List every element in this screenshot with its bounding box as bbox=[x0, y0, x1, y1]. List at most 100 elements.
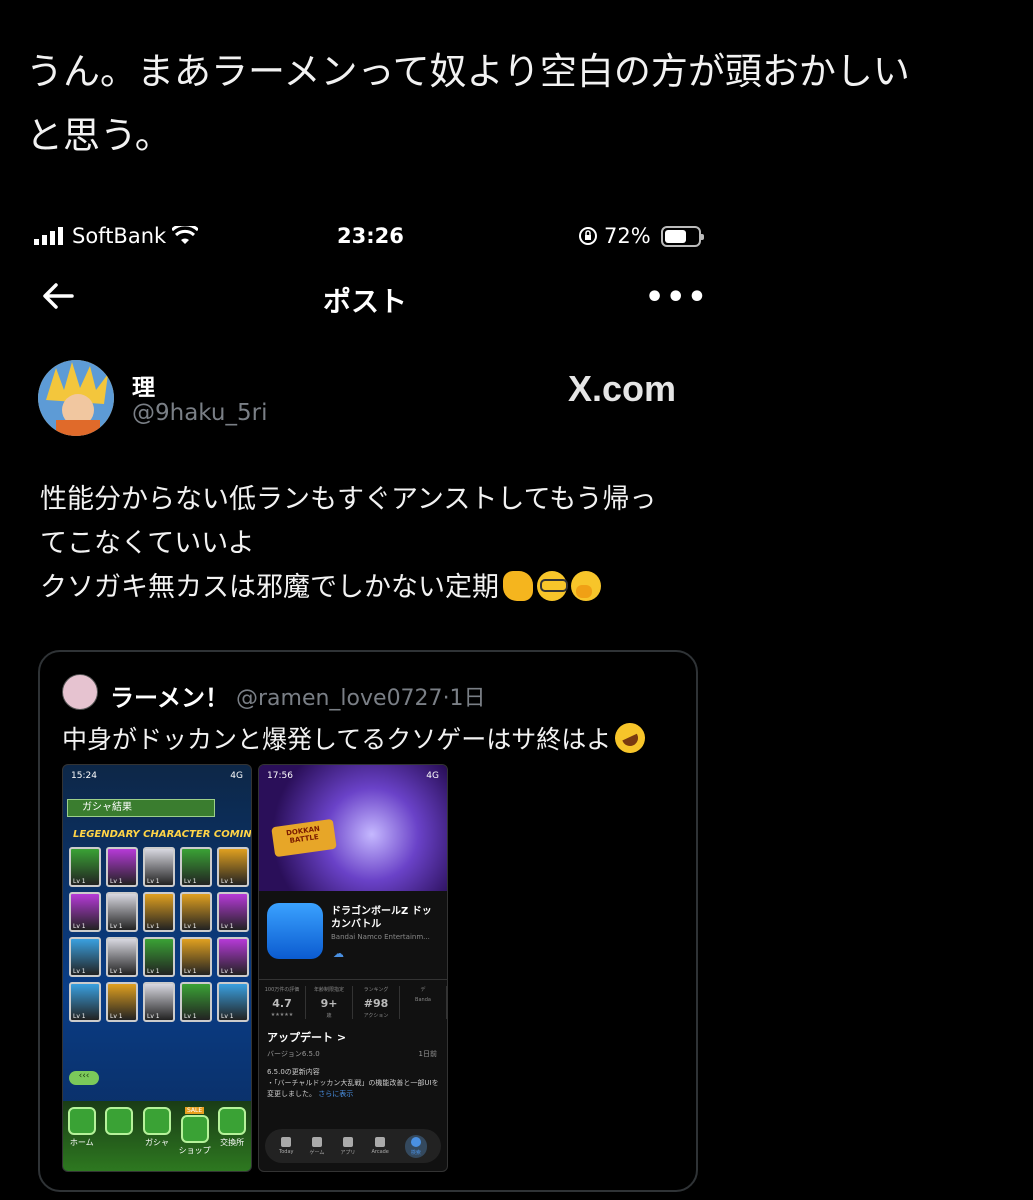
post-line-3-text: クソガキ無カスは邪魔でしかない定期 bbox=[40, 572, 499, 603]
store-tab-label: ゲーム bbox=[309, 1149, 325, 1156]
app-stat-label: 100万件の評価 bbox=[264, 987, 300, 993]
store-tab-label: Today bbox=[279, 1149, 294, 1155]
character-card-grid: Lv 1 Lv 1 Lv 1 Lv 1 Lv 1 Lv 1 Lv 1 Lv 1 Lv 1 Lv 1… bbox=[69, 847, 249, 1022]
character-card-level: Lv 1 bbox=[73, 1013, 86, 1020]
app-stat-label: ランキング bbox=[363, 987, 389, 993]
rofl-emoji-icon bbox=[610, 718, 651, 758]
store-tab-label: アプリ bbox=[340, 1149, 356, 1156]
game-menu-item[interactable]: ガシャ bbox=[142, 1107, 172, 1171]
app-stats-row: 100万件の評価 4.7 ★★★★★ 年齢制限指定 9+ 歳 ランキング #98 アクション デ B… bbox=[259, 979, 447, 1019]
battery-fill bbox=[664, 229, 687, 243]
quoted-post-text-content: 中身がドッカンと爆発してるクソゲーはサ終はよ bbox=[62, 725, 612, 754]
character-card: Lv 1 bbox=[180, 847, 212, 887]
character-card-level: Lv 1 bbox=[221, 1013, 234, 1020]
store-tab[interactable]: Arcade bbox=[371, 1137, 389, 1155]
post-line-3: クソガキ無カスは邪魔でしかない定期 bbox=[40, 566, 720, 610]
app-stat-value: 4.7 bbox=[272, 997, 292, 1010]
show-more-link[interactable]: さらに表示 bbox=[318, 1090, 353, 1098]
character-card: Lv 1 bbox=[69, 847, 101, 887]
game-status-signal: 4G bbox=[230, 771, 243, 781]
sale-badge: SALE bbox=[184, 1107, 205, 1114]
character-card-level: Lv 1 bbox=[73, 923, 86, 930]
character-card: Lv 1 bbox=[180, 937, 212, 977]
release-notes: 6.5.0の更新内容 ・「バーチャルドッカン大乱戦」の機能改善と一部UIを変更し… bbox=[267, 1067, 439, 1100]
character-card-level: Lv 1 bbox=[221, 923, 234, 930]
character-card: Lv 1 bbox=[69, 937, 101, 977]
character-card-level: Lv 1 bbox=[110, 923, 123, 930]
character-card: Lv 1 bbox=[106, 847, 138, 887]
app-hero-banner: DOKKAN BATTLE bbox=[259, 765, 447, 891]
character-card-level: Lv 1 bbox=[73, 968, 86, 975]
store-tab[interactable]: 検索 bbox=[404, 1134, 427, 1158]
store-tab[interactable]: ゲーム bbox=[309, 1136, 325, 1156]
carrier-label: SoftBank bbox=[72, 224, 167, 248]
game-menu-item[interactable]: 交換所 bbox=[217, 1107, 247, 1171]
app-stat-label: デ bbox=[420, 987, 426, 993]
character-card: Lv 1 bbox=[143, 892, 175, 932]
character-card-level: Lv 1 bbox=[110, 1013, 123, 1020]
game-arrow-bar: ‹‹‹ bbox=[69, 1071, 99, 1085]
store-tab-icon bbox=[410, 1136, 421, 1147]
legendary-coming-text: LEGENDARY CHARACTER COMING! bbox=[73, 829, 252, 840]
quoted-post-time: ·1日 bbox=[442, 686, 486, 711]
store-tab-icon bbox=[342, 1136, 353, 1147]
app-stat-sub: Banda bbox=[415, 997, 431, 1003]
quoted-avatar[interactable] bbox=[62, 674, 98, 710]
store-tab-icon bbox=[311, 1136, 322, 1147]
store-tab-bar: Today ゲーム アプリ Arcade 検索 bbox=[265, 1129, 441, 1163]
character-card: Lv 1 bbox=[217, 847, 249, 887]
battery-percent: 72% bbox=[604, 224, 651, 248]
author-handle[interactable]: @9haku_5ri bbox=[132, 400, 267, 426]
game-status-time: 15:24 bbox=[71, 771, 97, 781]
status-right: 72% bbox=[578, 224, 704, 248]
game-menu-icon bbox=[105, 1107, 134, 1135]
app-stat: デ Banda bbox=[400, 986, 447, 1019]
character-card-level: Lv 1 bbox=[110, 878, 123, 885]
app-stat-value: #98 bbox=[363, 997, 389, 1010]
character-card-level: Lv 1 bbox=[184, 878, 197, 885]
avatar[interactable] bbox=[38, 360, 114, 436]
character-card-level: Lv 1 bbox=[147, 878, 160, 885]
character-card: Lv 1 bbox=[143, 847, 175, 887]
quoted-author-name[interactable]: ラーメン！ bbox=[110, 678, 229, 713]
game-menu-label: 交換所 bbox=[220, 1138, 245, 1147]
app-name: ドラゴンボールZ ドッカンバトル bbox=[331, 906, 432, 930]
character-card: Lv 1 bbox=[217, 982, 249, 1022]
more-options-icon[interactable]: ••• bbox=[645, 280, 709, 315]
store-tab[interactable]: Today bbox=[279, 1137, 293, 1155]
nav-bar: ポスト ••• bbox=[0, 272, 720, 322]
app-stat-label: 年齢制限指定 bbox=[313, 987, 344, 993]
author-name[interactable]: 理 bbox=[132, 368, 155, 402]
character-card: Lv 1 bbox=[217, 892, 249, 932]
character-card-level: Lv 1 bbox=[147, 923, 160, 930]
quoted-author-meta: @ramen_love0727·1日 bbox=[236, 680, 486, 712]
character-card: Lv 1 bbox=[69, 982, 101, 1022]
character-card-level: Lv 1 bbox=[221, 878, 234, 885]
store-status-bar: 17:56 4G bbox=[267, 771, 439, 781]
tweet-caption: うん。まあラーメンって奴より空白の方が頭おかしい と思う。 bbox=[26, 40, 1016, 168]
character-card-level: Lv 1 bbox=[184, 923, 197, 930]
game-menu-label: ホーム bbox=[69, 1138, 94, 1147]
game-bottom-menu: ホーム ガシャ SALE ショップ 交換所 bbox=[63, 1101, 251, 1171]
character-card: Lv 1 bbox=[106, 937, 138, 977]
battery-icon bbox=[660, 225, 704, 247]
download-cloud-icon[interactable]: ☁ bbox=[333, 947, 344, 960]
dokkan-logo: DOKKAN BATTLE bbox=[271, 818, 337, 858]
app-store-screenshot[interactable]: DOKKAN BATTLE 17:56 4G ドラゴンボールZ ドッカンバトル B… bbox=[258, 764, 448, 1172]
gacha-result-screenshot[interactable]: 15:24 4G ガシャ結果 LEGENDARY CHARACTER COMING… bbox=[62, 764, 252, 1172]
quoted-post[interactable]: ラーメン！ @ramen_love0727·1日 中身がドッカンと爆発してるクソ… bbox=[38, 650, 698, 1192]
post-line-1: 性能分からない低ランもすぐアンストしてもう帰っ bbox=[40, 484, 657, 515]
game-menu-item[interactable] bbox=[104, 1107, 134, 1171]
character-card-level: Lv 1 bbox=[184, 968, 197, 975]
status-left: SoftBank bbox=[34, 224, 199, 248]
version-label: バージョン6.5.0 bbox=[267, 1050, 320, 1058]
yawning-face-emoji-icon bbox=[571, 571, 601, 601]
character-card: Lv 1 bbox=[180, 982, 212, 1022]
game-menu-item[interactable]: ホーム bbox=[67, 1107, 97, 1171]
character-card-level: Lv 1 bbox=[221, 968, 234, 975]
store-tab-icon bbox=[375, 1137, 386, 1147]
x-com-watermark: X.com bbox=[568, 368, 677, 409]
character-card-level: Lv 1 bbox=[147, 968, 160, 975]
store-tab[interactable]: アプリ bbox=[340, 1136, 356, 1156]
game-menu-item[interactable]: SALE ショップ bbox=[179, 1107, 211, 1171]
